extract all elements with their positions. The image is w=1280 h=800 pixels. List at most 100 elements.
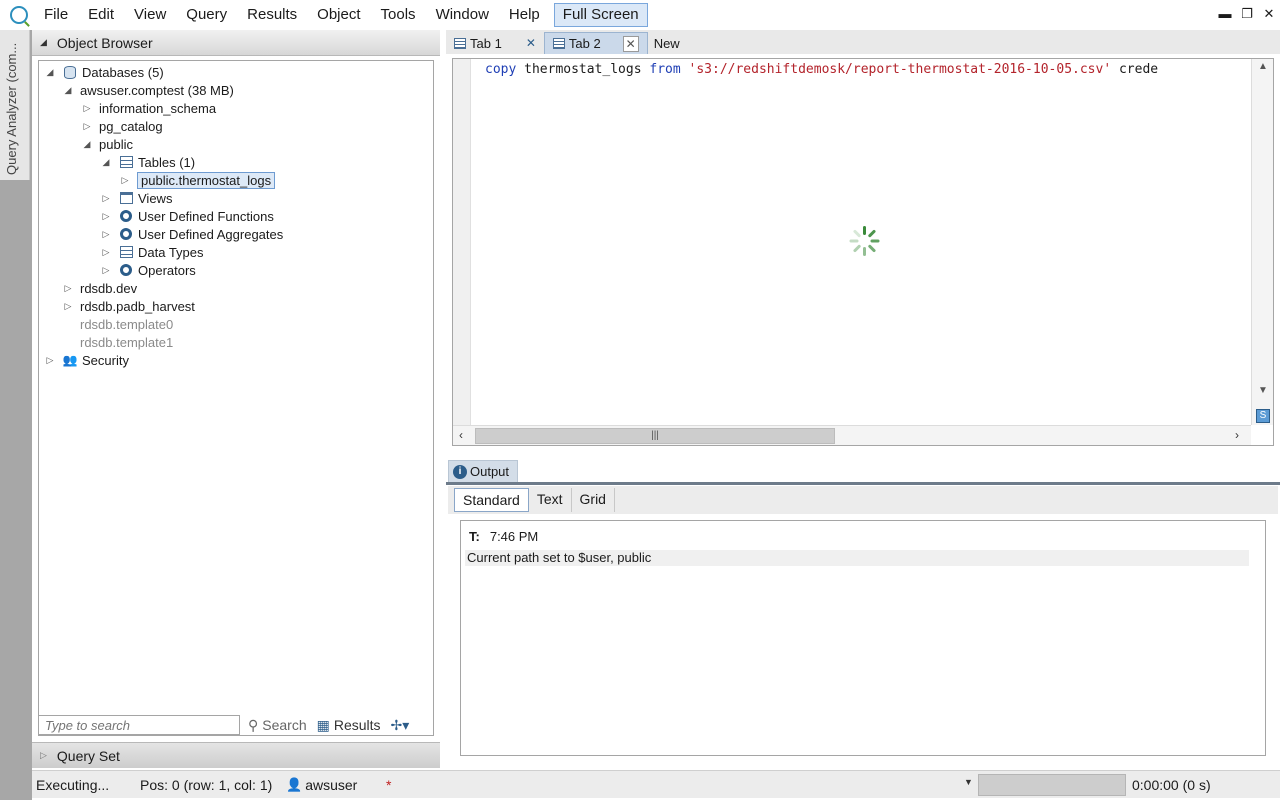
tree-node-db-harvest[interactable]: ▷ rdsdb.padb_harvest bbox=[61, 297, 195, 315]
app-logo-icon bbox=[10, 6, 28, 24]
restore-icon[interactable]: ❐ bbox=[1240, 6, 1254, 22]
query-analyzer-side-tab[interactable]: Query Analyzer (com... bbox=[0, 30, 30, 180]
tree-node-tables[interactable]: ◢ Tables (1) bbox=[99, 153, 196, 171]
tree-node-operators[interactable]: ▷ Operators bbox=[99, 261, 196, 279]
tree-node-db-template0[interactable]: rdsdb.template0 bbox=[80, 315, 173, 333]
new-tab[interactable]: New bbox=[648, 32, 688, 54]
tree-node-data-types[interactable]: ▷ Data Types bbox=[99, 243, 204, 261]
close-tab-icon[interactable]: ✕ bbox=[622, 35, 639, 52]
scroll-up-icon[interactable]: ▲ bbox=[1256, 61, 1270, 77]
output-tab[interactable]: i Output bbox=[448, 460, 519, 482]
tab-2[interactable]: Tab 2 ✕ bbox=[543, 32, 648, 54]
tree-node-public[interactable]: ◢ public bbox=[80, 135, 133, 153]
tree-node-views[interactable]: ▷ Views bbox=[99, 189, 173, 207]
status-bar: Executing... Pos: 0 (row: 1, col: 1) 👤 a… bbox=[32, 770, 1280, 798]
menu-help[interactable]: Help bbox=[499, 0, 550, 30]
object-browser-header[interactable]: ◢ Object Browser bbox=[32, 30, 440, 56]
tab-1[interactable]: Tab 1 ✕ bbox=[446, 32, 544, 54]
collapsed-icon[interactable]: ▷ bbox=[80, 121, 94, 132]
subtab-standard[interactable]: Standard bbox=[454, 488, 529, 512]
results-button[interactable]: ▦ Results bbox=[317, 717, 381, 734]
node-label: rdsdb.template0 bbox=[80, 316, 174, 332]
elapsed-time: 0:00:00 (0 s) bbox=[1132, 777, 1211, 793]
output-message: Current path set to $user, public bbox=[465, 550, 1249, 566]
close-icon[interactable]: ✕ bbox=[1262, 6, 1276, 22]
sql-editor[interactable]: copy thermostat_logs from 's3://redshift… bbox=[452, 58, 1274, 446]
menu-file[interactable]: File bbox=[34, 0, 78, 30]
collapsed-icon[interactable]: ▷ bbox=[99, 265, 113, 276]
scroll-down-icon[interactable]: ▼ bbox=[1256, 385, 1270, 401]
tree-node-db-dev[interactable]: ▷ rdsdb.dev bbox=[61, 279, 138, 297]
time-label: T: bbox=[469, 529, 480, 544]
tree-node-pg-catalog[interactable]: ▷ pg_catalog bbox=[80, 117, 163, 135]
tools-dropdown-button[interactable]: ✢▾ bbox=[391, 717, 410, 734]
time-value: 7:46 PM bbox=[489, 529, 539, 544]
chevron-down-icon[interactable]: ▼ bbox=[964, 777, 973, 787]
node-label: Security bbox=[82, 352, 129, 368]
vertical-scrollbar[interactable]: ▲ ▼ S bbox=[1251, 59, 1273, 425]
minimize-icon[interactable]: ▬ bbox=[1218, 6, 1232, 22]
sql-code-line[interactable]: copy thermostat_logs from 's3://redshift… bbox=[485, 61, 1251, 79]
query-set-header[interactable]: ▷ Query Set bbox=[32, 742, 440, 768]
search-label: Search bbox=[262, 717, 307, 733]
close-tab-icon[interactable]: ✕ bbox=[526, 36, 536, 50]
side-strip: Query Analyzer (com... bbox=[0, 30, 32, 800]
node-label: rdsdb.padb_harvest bbox=[80, 298, 195, 314]
collapsed-icon[interactable]: ▷ bbox=[80, 103, 94, 114]
object-tree: ◢ Databases (5) ◢ awsuser.comptest (38 M… bbox=[38, 60, 434, 736]
expanded-icon[interactable]: ◢ bbox=[61, 85, 75, 96]
menu-query[interactable]: Query bbox=[176, 0, 237, 30]
tree-node-databases[interactable]: ◢ Databases (5) bbox=[43, 63, 164, 81]
menu-window[interactable]: Window bbox=[426, 0, 499, 30]
expanded-icon[interactable]: ◢ bbox=[43, 67, 57, 78]
collapsed-icon[interactable]: ▷ bbox=[99, 211, 113, 222]
menu-tools[interactable]: Tools bbox=[371, 0, 426, 30]
horizontal-scrollbar[interactable]: ‹ ||| › bbox=[453, 425, 1251, 445]
search-input[interactable] bbox=[38, 715, 240, 735]
tree-node-thermostat-logs[interactable]: ▷ public.thermostat_logs bbox=[118, 171, 276, 189]
tree-node-uda[interactable]: ▷ User Defined Aggregates bbox=[99, 225, 284, 243]
subtab-grid[interactable]: Grid bbox=[572, 488, 615, 512]
node-label: Tables (1) bbox=[138, 154, 196, 170]
info-icon: i bbox=[453, 464, 467, 479]
menu-object[interactable]: Object bbox=[307, 0, 370, 30]
tree-node-db-template1[interactable]: rdsdb.template1 bbox=[80, 333, 173, 351]
search-button[interactable]: ⚲ Search bbox=[248, 717, 307, 734]
fullscreen-button[interactable]: Full Screen bbox=[553, 3, 648, 27]
scroll-thumb[interactable]: ||| bbox=[475, 428, 835, 444]
collapsed-icon[interactable]: ▷ bbox=[61, 283, 75, 294]
collapsed-icon[interactable]: ▷ bbox=[99, 193, 113, 204]
node-label: Operators bbox=[138, 262, 196, 278]
sql-icon[interactable]: S bbox=[1256, 409, 1270, 423]
menu-results[interactable]: Results bbox=[237, 0, 307, 30]
expanded-icon[interactable]: ◢ bbox=[80, 139, 94, 150]
menu-edit[interactable]: Edit bbox=[78, 0, 124, 30]
collapsed-icon[interactable]: ▷ bbox=[99, 229, 113, 240]
collapse-triangle-icon: ◢ bbox=[40, 37, 47, 47]
tree-node-udf[interactable]: ▷ User Defined Functions bbox=[99, 207, 274, 225]
table-icon bbox=[118, 155, 134, 169]
user-icon: 👤 bbox=[286, 776, 303, 792]
loading-spinner-icon bbox=[848, 224, 882, 258]
collapsed-icon[interactable]: ▷ bbox=[61, 301, 75, 312]
modified-indicator: * bbox=[386, 776, 392, 793]
editor-gutter bbox=[453, 59, 471, 425]
tree-node-information-schema[interactable]: ▷ information_schema bbox=[80, 99, 217, 117]
subtab-text[interactable]: Text bbox=[529, 488, 572, 512]
output-subtabs: Standard Text Grid bbox=[448, 486, 1278, 514]
expanded-icon[interactable]: ◢ bbox=[99, 157, 113, 168]
menu-view[interactable]: View bbox=[124, 0, 176, 30]
sql-keyword: copy bbox=[485, 62, 517, 77]
scroll-right-icon[interactable]: › bbox=[1235, 428, 1239, 442]
collapsed-icon[interactable]: ▷ bbox=[118, 175, 132, 186]
node-label: pg_catalog bbox=[99, 118, 163, 134]
tree-node-db-main[interactable]: ◢ awsuser.comptest (38 MB) bbox=[61, 81, 234, 99]
query-set-title: Query Set bbox=[56, 747, 120, 764]
collapsed-icon[interactable]: ▷ bbox=[99, 247, 113, 258]
tree-node-security[interactable]: ▷ 👥 Security bbox=[43, 351, 129, 369]
results-label: Results bbox=[333, 717, 381, 733]
gear-icon bbox=[118, 227, 134, 241]
collapsed-icon[interactable]: ▷ bbox=[43, 355, 57, 366]
scroll-left-icon[interactable]: ‹ bbox=[459, 428, 463, 442]
output-title: Output bbox=[470, 464, 510, 479]
